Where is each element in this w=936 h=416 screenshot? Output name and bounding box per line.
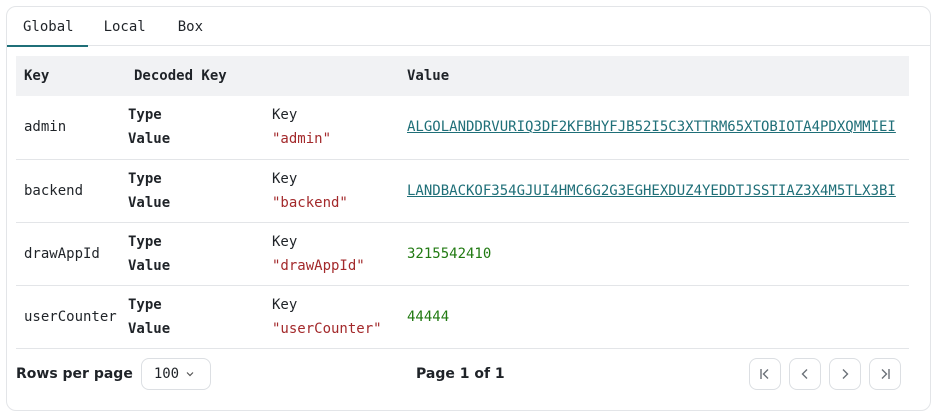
tab-box-label: Box [177,18,204,35]
decoded-type-value: Key [272,107,298,124]
address-link[interactable]: ALGOLANDDRVURIQ3DF2KFBHYFJB52I5C3XTTRM65… [407,119,896,135]
column-header-key: Key [24,68,50,84]
global-state-table: Key Decoded Key Value admin Type Key Val… [16,56,909,349]
column-header-decoded-key: Decoded Key [134,68,227,84]
row-value: ALGOLANDDRVURIQ3DF2KFBHYFJB52I5C3XTTRM65… [399,96,909,160]
decoded-value: "userCounter" [272,320,382,337]
tab-global[interactable]: Global [7,7,88,47]
address-link[interactable]: LANDBACKOF354GJUI4HMC6G2G3EGHEXDUZ4YEDDT… [407,183,896,199]
number-value: 44444 [407,308,450,325]
decoded-type-value: Key [272,296,298,313]
previous-page-icon [801,369,808,379]
page-info: Page 1 of 1 [416,366,505,382]
next-page-button[interactable] [829,358,861,390]
decoded-value-label: Value [128,320,171,337]
tab-local[interactable]: Local [88,7,162,46]
row-value: 3215542410 [399,222,909,286]
previous-page-button[interactable] [789,358,821,390]
row-key: admin [16,96,126,160]
row-key: userCounter [16,285,126,349]
decoded-type-label: Type [128,170,162,187]
tab-local-label: Local [103,18,146,35]
number-value: 3215542410 [407,245,492,262]
column-header-value: Value [407,68,450,84]
decoded-type-label: Type [128,107,162,124]
row-decoded-key: Type Key Value "userCounter" [126,285,399,349]
decoded-type-label: Type [128,296,162,313]
chevron-down-icon [186,372,194,377]
tab-global-label: Global [23,18,74,35]
decoded-value: "backend" [272,194,348,211]
row-value: LANDBACKOF354GJUI4HMC6G2G3EGHEXDUZ4YEDDT… [399,159,909,223]
table-row: admin Type Key Value "admin" ALGOLANDDRV… [16,96,909,160]
row-key: backend [16,159,126,223]
decoded-type-label: Type [128,233,162,250]
pagination-controls [749,358,901,390]
row-key: drawAppId [16,222,126,286]
pagination-footer: Rows per page 100 Page 1 of 1 [16,356,909,392]
decoded-value-label: Value [128,131,171,148]
table-row: userCounter Type Key Value "userCounter"… [16,285,909,349]
table-row: backend Type Key Value "backend" LANDBAC… [16,159,909,223]
row-decoded-key: Type Key Value "admin" [126,96,399,160]
last-page-icon [881,369,890,379]
first-page-icon [760,369,769,379]
next-page-icon [842,369,849,379]
decoded-value-label: Value [128,194,171,211]
tab-box[interactable]: Box [162,7,219,46]
rows-per-page-select[interactable]: 100 [140,358,211,390]
last-page-button[interactable] [869,358,901,390]
first-page-button[interactable] [749,358,781,390]
row-decoded-key: Type Key Value "drawAppId" [126,222,399,286]
rows-per-page-value: 100 [153,366,180,382]
decoded-value: "drawAppId" [272,257,365,274]
decoded-value-label: Value [128,257,171,274]
table-row: drawAppId Type Key Value "drawAppId" 321… [16,222,909,286]
decoded-value: "admin" [272,131,332,148]
row-decoded-key: Type Key Value "backend" [126,159,399,223]
decoded-type-value: Key [272,170,298,187]
state-tabs: Global Local Box [7,7,930,47]
table-header-row: Key Decoded Key Value [16,56,909,96]
decoded-type-value: Key [272,233,298,250]
rows-per-page-label: Rows per page [16,366,133,382]
row-value: 44444 [399,285,909,349]
